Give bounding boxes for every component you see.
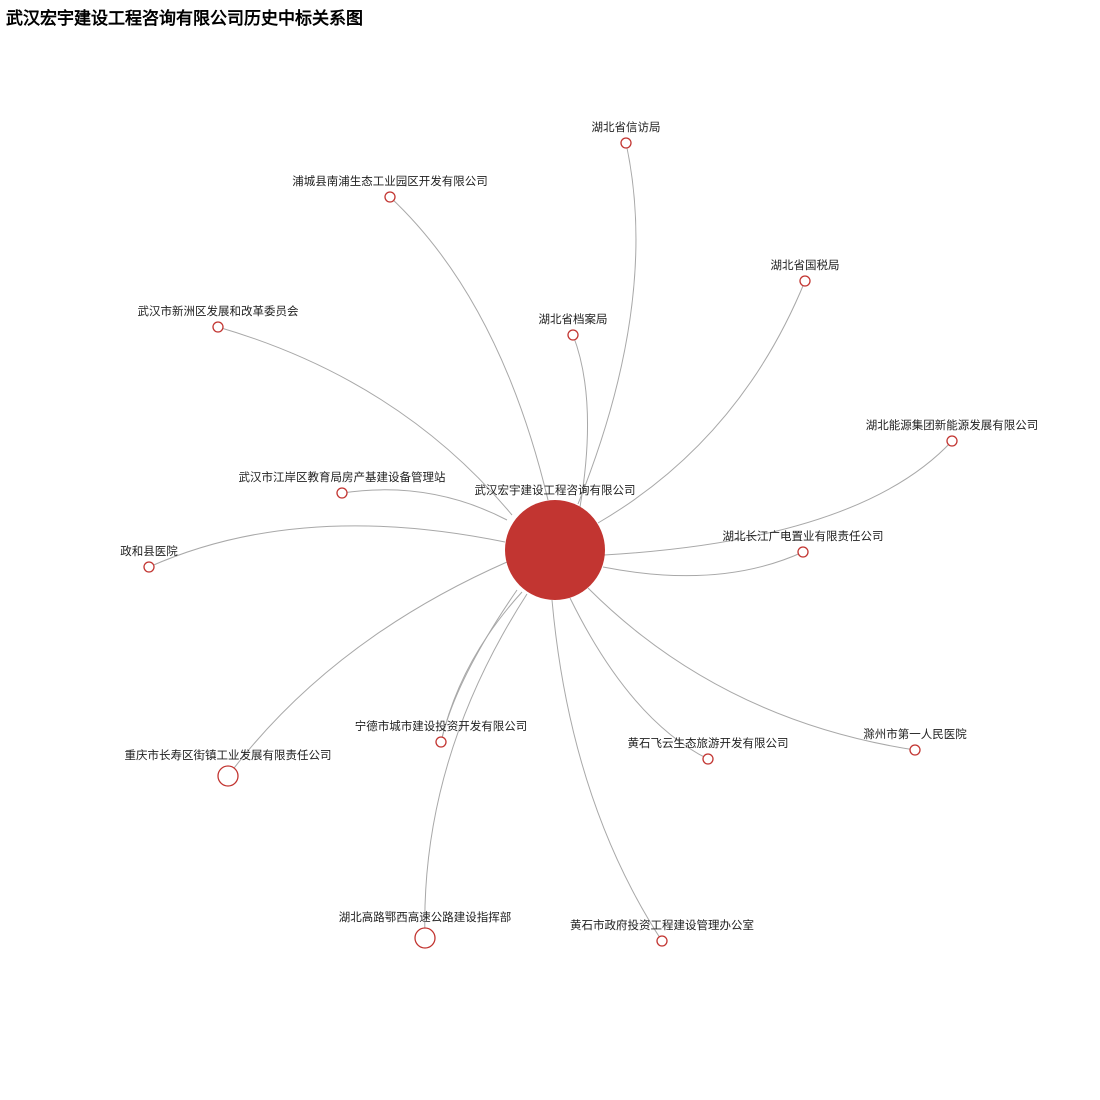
node-label-n2: 浦城县南浦生态工业园区开发有限公司 (292, 174, 488, 188)
node-n14[interactable] (414, 927, 436, 949)
node-n2[interactable] (384, 191, 396, 203)
node-n11[interactable] (435, 736, 447, 748)
node-label-n4: 武汉市新洲区发展和改革委员会 (138, 304, 299, 318)
node-n5[interactable] (567, 329, 579, 341)
edge-n2 (389, 196, 549, 501)
node-n6[interactable] (946, 435, 958, 447)
node-label-n12: 黄石飞云生态旅游开发有限公司 (628, 736, 789, 750)
node-n1[interactable] (620, 137, 632, 149)
node-label-n9: 政和县医院 (120, 544, 178, 558)
node-label-n8: 湖北长江广电置业有限责任公司 (723, 529, 884, 543)
node-n13[interactable] (217, 765, 239, 787)
node-label-n15: 黄石市政府投资工程建设管理办公室 (570, 918, 754, 932)
relationship-graph: 武汉宏宇建设工程咨询有限公司 湖北省信访局浦城县南浦生态工业园区开发有限公司湖北省… (120, 120, 1039, 949)
node-label-n13: 重庆市长寿区街镇工业发展有限责任公司 (125, 748, 332, 762)
node-label-n11: 宁德市城市建设投资开发有限公司 (355, 719, 528, 733)
edge-n5 (572, 334, 589, 508)
edge-n14 (424, 593, 528, 939)
node-label-n5: 湖北省档案局 (539, 312, 608, 326)
edge-n10 (587, 587, 916, 751)
node-n3[interactable] (799, 275, 811, 287)
node-n12[interactable] (702, 753, 714, 765)
edge-n9 (148, 525, 506, 568)
node-label-n14: 湖北高路鄂西高速公路建设指挥部 (339, 910, 512, 924)
node-label-n1: 湖北省信访局 (592, 120, 661, 134)
node-n4[interactable] (212, 321, 224, 333)
center-node[interactable] (505, 500, 605, 600)
center-node-label: 武汉宏宇建设工程咨询有限公司 (475, 483, 636, 497)
node-label-n6: 湖北能源集团新能源发展有限公司 (866, 418, 1039, 432)
edge-n4 (217, 326, 513, 516)
node-n7[interactable] (336, 487, 348, 499)
edge-n8 (602, 551, 804, 577)
node-label-n10: 滁州市第一人民医院 (863, 727, 967, 741)
node-n10[interactable] (909, 744, 921, 756)
node-n9[interactable] (143, 561, 155, 573)
node-label-n7: 武汉市江岸区教育局房产基建设备管理站 (239, 470, 446, 484)
node-label-n3: 湖北省国税局 (771, 258, 840, 272)
node-n8[interactable] (797, 546, 809, 558)
edge-n15 (551, 599, 663, 942)
edge-n13 (227, 561, 508, 777)
node-n15[interactable] (656, 935, 668, 947)
edge-n12 (569, 597, 709, 760)
